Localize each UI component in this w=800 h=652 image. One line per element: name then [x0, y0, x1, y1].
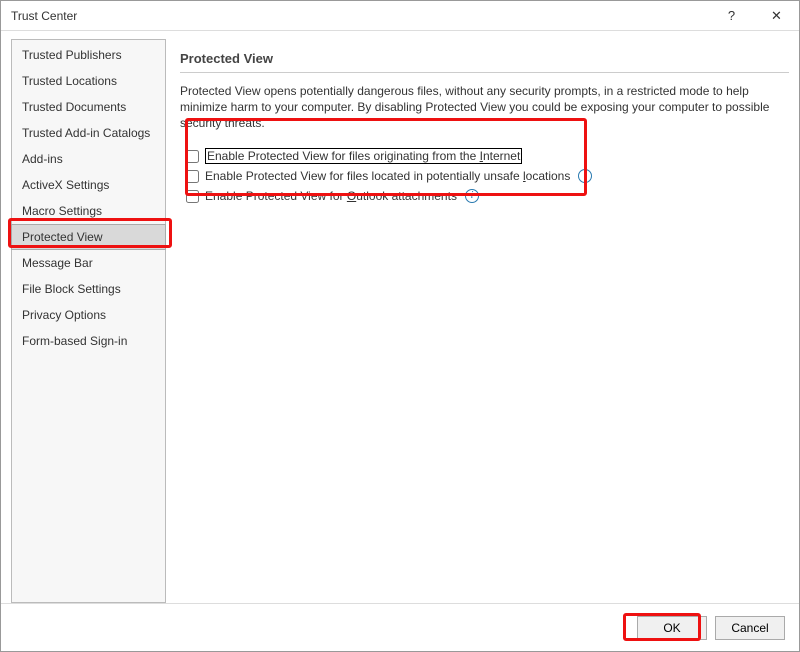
- option-internet-checkbox[interactable]: [186, 150, 199, 163]
- panel-description: Protected View opens potentially dangero…: [180, 83, 789, 131]
- sidebar-item-activex-settings[interactable]: ActiveX Settings: [12, 172, 165, 198]
- sidebar-item-trusted-documents[interactable]: Trusted Documents: [12, 94, 165, 120]
- sidebar-item-trusted-publishers[interactable]: Trusted Publishers: [12, 42, 165, 68]
- option-unsafe-locations-checkbox[interactable]: [186, 170, 199, 183]
- ok-button[interactable]: OK: [637, 616, 707, 640]
- info-icon[interactable]: i: [465, 189, 479, 203]
- sidebar-item-addins[interactable]: Add-ins: [12, 146, 165, 172]
- dialog-footer: OK Cancel: [1, 603, 799, 651]
- sidebar-item-trusted-addin-catalogs[interactable]: Trusted Add-in Catalogs: [12, 120, 165, 146]
- option-unsafe-locations-label[interactable]: Enable Protected View for files located …: [205, 169, 570, 183]
- heading-divider: [180, 72, 789, 73]
- protected-view-options: Enable Protected View for files originat…: [180, 141, 789, 211]
- sidebar-item-file-block-settings[interactable]: File Block Settings: [12, 276, 165, 302]
- main-panel: Protected View Protected View opens pote…: [180, 39, 789, 603]
- content-area: Trusted Publishers Trusted Locations Tru…: [1, 31, 799, 603]
- sidebar-item-form-based-signin[interactable]: Form-based Sign-in: [12, 328, 165, 354]
- info-icon[interactable]: i: [578, 169, 592, 183]
- sidebar-item-privacy-options[interactable]: Privacy Options: [12, 302, 165, 328]
- sidebar-item-macro-settings[interactable]: Macro Settings: [12, 198, 165, 224]
- option-outlook-attachments-label[interactable]: Enable Protected View for Outlook attach…: [205, 189, 457, 203]
- sidebar-item-protected-view[interactable]: Protected View: [11, 224, 166, 250]
- panel-heading: Protected View: [180, 51, 789, 66]
- help-icon: ?: [728, 8, 735, 23]
- trust-center-window: Trust Center ? ✕ Trusted Publishers Trus…: [0, 0, 800, 652]
- option-outlook-attachments-row: Enable Protected View for Outlook attach…: [184, 189, 781, 203]
- window-title: Trust Center: [11, 9, 709, 23]
- option-internet-row: Enable Protected View for files originat…: [184, 149, 781, 163]
- close-icon: ✕: [771, 8, 782, 24]
- close-button[interactable]: ✕: [754, 1, 799, 31]
- option-internet-label[interactable]: Enable Protected View for files originat…: [205, 149, 522, 163]
- option-outlook-attachments-checkbox[interactable]: [186, 190, 199, 203]
- titlebar: Trust Center ? ✕: [1, 1, 799, 31]
- help-button[interactable]: ?: [709, 1, 754, 31]
- sidebar-item-message-bar[interactable]: Message Bar: [12, 250, 165, 276]
- sidebar-item-trusted-locations[interactable]: Trusted Locations: [12, 68, 165, 94]
- option-unsafe-locations-row: Enable Protected View for files located …: [184, 169, 781, 183]
- cancel-button[interactable]: Cancel: [715, 616, 785, 640]
- sidebar: Trusted Publishers Trusted Locations Tru…: [11, 39, 166, 603]
